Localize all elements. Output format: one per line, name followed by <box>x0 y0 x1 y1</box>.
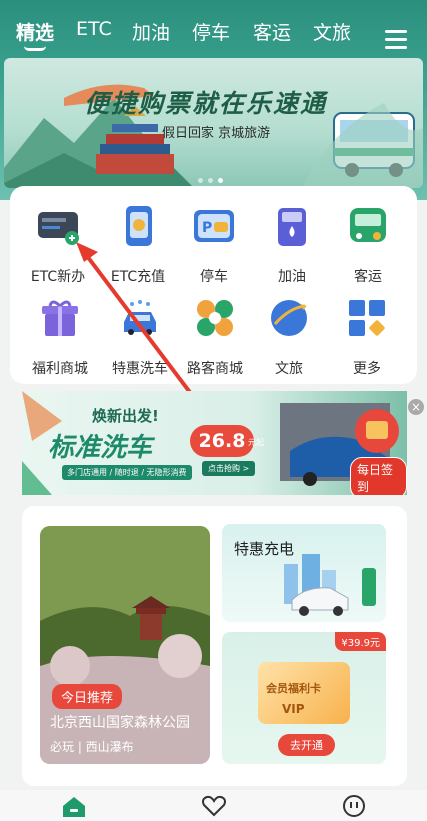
services-card: ETC新办 ETC充值 P 停车 加油 客运 福利商城 特惠洗车 路客商城 文旅… <box>10 186 417 384</box>
service-label: 客运 <box>354 269 382 285</box>
svg-text:P: P <box>202 220 212 236</box>
etc-recharge-icon <box>116 204 160 248</box>
tab-etc[interactable]: ETC <box>76 18 112 40</box>
banner-subtitle: 假日回家 京城旅游 <box>162 126 271 141</box>
parking-icon: P <box>192 204 236 248</box>
service-etc-recharge[interactable]: ETC充值 <box>97 204 179 286</box>
service-more[interactable]: 更多 <box>326 296 408 378</box>
car-wash-promo-banner[interactable]: 焕新出发! 标准洗车 多门店通用 / 随时退 / 无隐形消费 26.8 元起 点… <box>22 391 407 495</box>
service-label: 停车 <box>200 269 228 285</box>
charging-deal-card[interactable]: 特惠充电 <box>222 524 386 622</box>
member-card-promo[interactable]: ¥39.9元 会员福利卡 VIP 去开通 <box>222 632 386 764</box>
service-label: 更多 <box>353 361 381 377</box>
fuel-pump-icon <box>270 204 314 248</box>
service-label: ETC充值 <box>110 269 166 285</box>
tab-parking[interactable]: 停车 <box>192 18 230 45</box>
close-icon[interactable]: × <box>408 399 424 415</box>
service-label: 路客商城 <box>187 361 243 377</box>
service-fuel[interactable]: 加油 <box>251 204 333 286</box>
carousel-indicator <box>198 168 228 187</box>
daily-signin-button[interactable]: 每日签到 <box>350 457 407 495</box>
member-card-title: 会员福利卡 <box>266 682 321 695</box>
service-road-mall[interactable]: 路客商城 <box>174 296 256 378</box>
bottom-nav <box>0 790 427 821</box>
promo-features: 多门店通用 / 随时退 / 无隐形消费 <box>62 465 192 480</box>
recommend-card: 今日推荐 北京西山国家森林公园 必玩 | 西山瀑布 特惠充电 ¥39.9元 会员… <box>22 506 407 786</box>
service-car-wash[interactable]: 特惠洗车 <box>99 296 181 378</box>
tab-fuel[interactable]: 加油 <box>132 18 170 45</box>
top-nav: 精选 ETC 加油 停车 客运 文旅 <box>0 12 427 52</box>
charging-deal-title: 特惠充电 <box>234 540 295 558</box>
banner-title: 便捷购票就在乐速通 <box>84 89 328 118</box>
promo-buy-button[interactable]: 点击抢购 > <box>202 461 256 476</box>
promo-title: 标准洗车 <box>48 433 153 463</box>
promo-headline: 焕新出发! <box>92 407 159 425</box>
promo-price: 26.8 <box>190 425 254 457</box>
service-etc-apply[interactable]: ETC新办 <box>17 204 99 286</box>
service-welfare-mall[interactable]: 福利商城 <box>19 296 101 378</box>
heart-icon[interactable] <box>200 794 228 818</box>
mall-icon <box>193 296 237 340</box>
active-tab-indicator <box>24 46 46 51</box>
travel-globe-icon <box>267 296 311 340</box>
member-open-button[interactable]: 去开通 <box>278 734 335 756</box>
service-label: 福利商城 <box>32 361 88 377</box>
today-recommend-tag: 今日推荐 <box>52 684 123 709</box>
bus-icon <box>346 204 390 248</box>
gift-box-icon <box>38 296 82 340</box>
chat-icon[interactable] <box>340 794 368 818</box>
promo-price-unit: 元起 <box>248 438 264 447</box>
service-bus[interactable]: 客运 <box>327 204 409 286</box>
car-wash-icon <box>118 296 162 340</box>
service-label: 文旅 <box>275 361 303 377</box>
hamburger-menu-icon[interactable] <box>385 30 407 50</box>
service-label: 特惠洗车 <box>112 361 168 377</box>
recommend-attraction[interactable]: 今日推荐 北京西山国家森林公园 必玩 | 西山瀑布 <box>40 526 210 764</box>
tab-travel[interactable]: 文旅 <box>313 18 351 45</box>
tab-featured[interactable]: 精选 <box>16 18 54 45</box>
service-parking[interactable]: P 停车 <box>173 204 255 286</box>
tab-bus[interactable]: 客运 <box>253 18 291 45</box>
home-icon[interactable] <box>60 794 88 818</box>
member-vip-label: VIP <box>282 702 305 716</box>
attraction-subtitle: 必玩 | 西山瀑布 <box>50 740 134 754</box>
member-price-badge: ¥39.9元 <box>335 632 386 651</box>
attraction-name: 北京西山国家森林公园 <box>50 715 190 731</box>
service-travel[interactable]: 文旅 <box>248 296 330 378</box>
service-label: ETC新办 <box>30 269 86 285</box>
etc-card-reader-icon <box>36 204 80 248</box>
service-label: 加油 <box>278 269 306 285</box>
more-grid-icon <box>345 296 389 340</box>
